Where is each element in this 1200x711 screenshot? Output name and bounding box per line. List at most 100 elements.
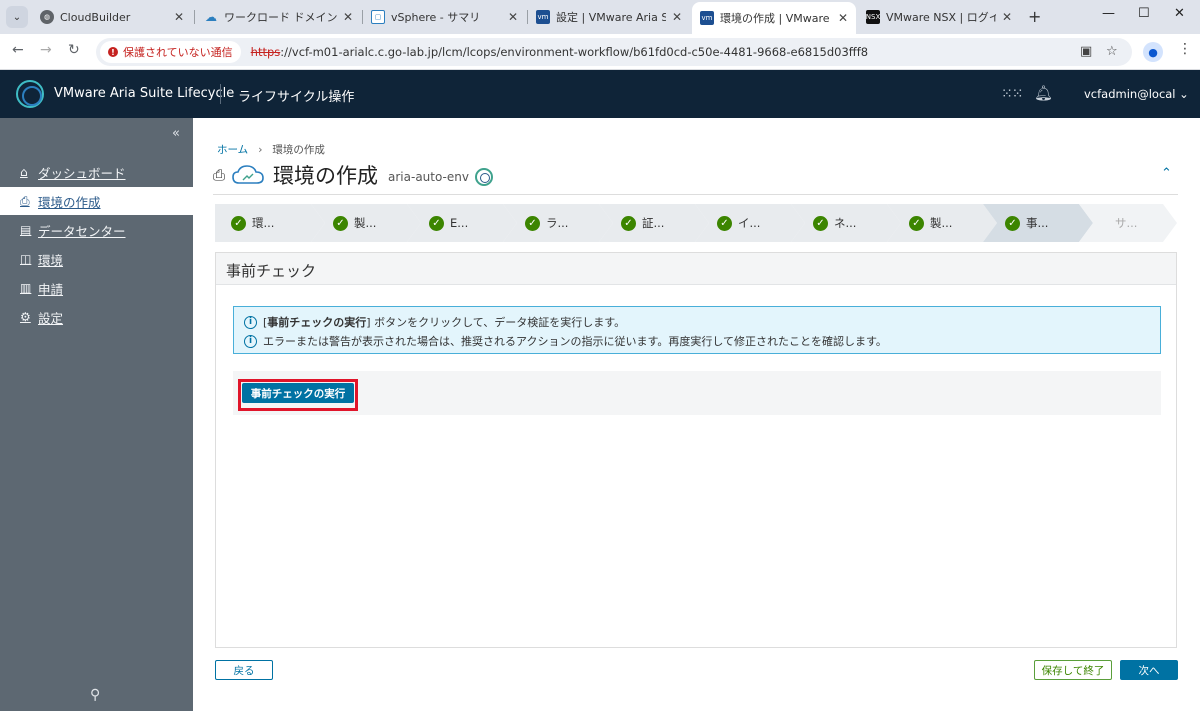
browser-menu-icon[interactable]: ⋮	[1178, 41, 1192, 57]
nsx-icon: NSX	[866, 10, 880, 24]
check-icon: ✓	[333, 216, 348, 231]
step-5[interactable]: ✓ 証...	[599, 204, 709, 242]
panel-header: 事前チェック	[216, 253, 1176, 285]
bookmark-star-icon[interactable]: ☆	[1106, 44, 1118, 59]
step-3[interactable]: ✓ E...	[407, 204, 517, 242]
step-7[interactable]: ✓ ネ...	[791, 204, 901, 242]
app-header: VMware Aria Suite Lifecycle ライフサイクル操作 ⁙⁙…	[0, 70, 1200, 118]
globe-icon: ◍	[40, 10, 54, 24]
browser-tab-strip: ⌄ ◍ CloudBuilder ✕ ☁ ワークロード ドメイン - サービス …	[0, 0, 1200, 34]
browser-tab[interactable]: ◍ CloudBuilder ✕	[32, 4, 192, 30]
url-text: https://vcf-m01-arialc.c.go-lab.jp/lcm/l…	[250, 45, 869, 59]
collapse-up-icon[interactable]: ⌃	[1161, 166, 1172, 181]
check-icon: ✓	[813, 216, 828, 231]
breadcrumb-chevron-icon: ›	[258, 144, 263, 156]
info-icon: i	[244, 334, 257, 348]
notification-bell-icon[interactable]: 🔔︎	[1034, 84, 1053, 102]
sidebar-item-dashboard[interactable]: ⌂ ダッシュボード	[0, 158, 193, 186]
run-precheck-button[interactable]: 事前チェックの実行	[242, 383, 354, 403]
tab-close-icon[interactable]: ✕	[508, 10, 518, 24]
environment-name: aria-auto-env	[388, 170, 469, 184]
collapse-sidebar-icon[interactable]: «	[172, 126, 180, 141]
save-and-exit-button[interactable]: 保存して終了	[1034, 660, 1112, 680]
tab-close-icon[interactable]: ✕	[838, 11, 848, 25]
sidebar-item-environments[interactable]: ◫ 環境	[0, 245, 193, 273]
tab-close-icon[interactable]: ✕	[1002, 10, 1012, 24]
sidebar-item-create-environment[interactable]: ⎙ 環境の作成	[0, 187, 193, 215]
step-6[interactable]: ✓ イ...	[695, 204, 805, 242]
info-icon: i	[244, 315, 257, 329]
sidebar-item-requests[interactable]: ▥ 申請	[0, 274, 193, 302]
info-line: i エラーまたは警告が表示された場合は、推奨されるアクションの指示に従います。再…	[244, 333, 887, 349]
minimize-icon[interactable]: —	[1102, 6, 1115, 21]
panel-title: 事前チェック	[226, 262, 317, 280]
browser-tab[interactable]: ☁ ワークロード ドメイン - サービス ✕	[196, 4, 361, 30]
request-icon: ▥	[20, 281, 32, 295]
step-1[interactable]: ✓ 環...	[215, 204, 325, 242]
step-9-current[interactable]: ✓ 事...	[983, 204, 1093, 242]
tab-close-icon[interactable]: ✕	[174, 10, 184, 24]
profile-avatar-icon[interactable]: ●	[1143, 42, 1163, 62]
tab-separator	[194, 10, 195, 24]
aria-logo-icon	[16, 80, 44, 108]
check-icon: ✓	[429, 216, 444, 231]
breadcrumb: ホーム › 環境の作成	[217, 142, 325, 157]
step-8[interactable]: ✓ 製...	[887, 204, 997, 242]
app-section-title: ライフサイクル操作	[238, 90, 355, 105]
app-name: VMware Aria Suite Lifecycle	[54, 86, 235, 101]
app-grid-icon[interactable]: ⁙⁙	[1001, 86, 1023, 102]
main-content: ホーム › 環境の作成 ⎙ 環境の作成 aria-auto-env ⌃ ✓ 環... …	[193, 118, 1200, 711]
title-divider	[213, 194, 1178, 195]
vmware-icon: vm	[536, 10, 550, 24]
action-area: 事前チェックの実行	[233, 371, 1161, 415]
user-menu[interactable]: vcfadmin@local ⌄	[1084, 87, 1189, 101]
cloud-icon	[232, 165, 264, 184]
check-icon: ✓	[525, 216, 540, 231]
check-icon: ✓	[909, 216, 924, 231]
precheck-panel: 事前チェック i [事前チェックの実行] ボタンをクリックして、データ検証を実行…	[215, 252, 1177, 648]
step-2[interactable]: ✓ 製...	[311, 204, 421, 242]
maximize-icon[interactable]: ☐	[1138, 6, 1150, 21]
lock-icon: ⎙	[213, 166, 226, 184]
breadcrumb-home-link[interactable]: ホーム	[217, 144, 248, 156]
check-icon: ✓	[1005, 216, 1020, 231]
reload-icon[interactable]: ↻	[68, 42, 80, 58]
page-title-row: ⎙ 環境の作成 aria-auto-env	[213, 158, 493, 192]
header-divider	[220, 84, 221, 104]
sidebar-item-settings[interactable]: ⚙ 設定	[0, 303, 193, 331]
breadcrumb-current: 環境の作成	[272, 144, 325, 156]
back-button[interactable]: 戻る	[215, 660, 273, 680]
check-icon: ✓	[717, 216, 732, 231]
sidebar: « ⌂ ダッシュボード ⎙ 環境の作成 ▤ データセンター ◫ 環境 ▥ 申請 …	[0, 118, 193, 711]
info-alert: i [事前チェックの実行] ボタンをクリックして、データ検証を実行します。 i …	[233, 306, 1161, 354]
tab-search-icon[interactable]: ⌄	[6, 6, 28, 28]
back-arrow-icon[interactable]: ←	[12, 42, 24, 58]
check-icon: ✓	[231, 216, 246, 231]
security-warning-chip[interactable]: ! 保護されていない通信	[100, 41, 241, 63]
forward-arrow-icon[interactable]: →	[40, 42, 52, 58]
lock-icon: ⎙	[20, 193, 30, 208]
tab-close-icon[interactable]: ✕	[343, 10, 353, 24]
next-button[interactable]: 次へ	[1120, 660, 1178, 680]
browser-tab-active[interactable]: vm 環境の作成 | VMware Aria ✕	[692, 2, 856, 34]
browser-tab[interactable]: NSX VMware NSX | ログイン ✕	[858, 4, 1020, 30]
environment-status-icon	[474, 167, 493, 186]
gear-icon: ⚙	[20, 310, 31, 324]
datacenter-icon: ▤	[20, 223, 32, 237]
browser-tab[interactable]: ▢ vSphere - サマリ ✕	[363, 4, 526, 30]
vmware-icon: vm	[700, 11, 714, 25]
warning-icon: !	[108, 47, 118, 57]
pin-icon[interactable]: ⚲	[90, 687, 100, 703]
tab-close-icon[interactable]: ✕	[672, 10, 682, 24]
sidebar-item-datacenter[interactable]: ▤ データセンター	[0, 216, 193, 244]
url-input[interactable]: ! 保護されていない通信 https://vcf-m01-arialc.c.go…	[96, 38, 1132, 66]
window-close-icon[interactable]: ✕	[1174, 6, 1185, 21]
step-10-pending[interactable]: サ...	[1079, 204, 1177, 242]
check-icon: ✓	[621, 216, 636, 231]
translate-icon[interactable]: ▣	[1080, 44, 1092, 59]
browser-tab[interactable]: vm 設定 | VMware Aria Suite ✕	[528, 4, 690, 30]
environment-icon: ◫	[20, 252, 32, 266]
new-tab-icon[interactable]: +	[1028, 7, 1041, 26]
step-4[interactable]: ✓ ラ...	[503, 204, 613, 242]
vsphere-icon: ▢	[371, 10, 385, 24]
